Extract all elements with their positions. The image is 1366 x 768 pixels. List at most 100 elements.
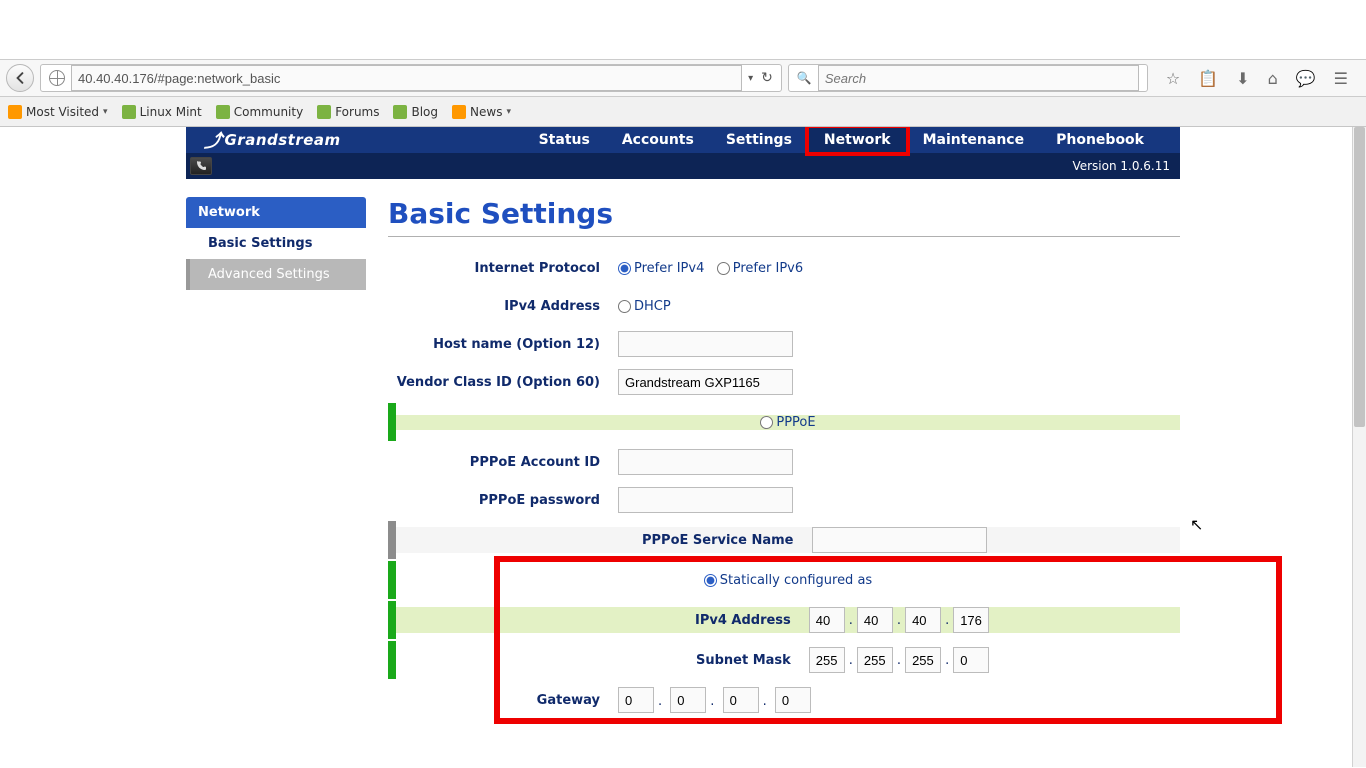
input-gateway-octet-1[interactable] — [618, 687, 654, 713]
bookmark-linux-mint[interactable]: Linux Mint — [122, 105, 202, 119]
input-pppoe-service[interactable] — [812, 527, 987, 553]
radio-prefer-ipv4[interactable] — [618, 262, 631, 275]
bookmark-blog[interactable]: Blog — [393, 105, 438, 119]
bookmark-forums[interactable]: Forums — [317, 105, 379, 119]
label-vendor-class: Vendor Class ID (Option 60) — [388, 375, 618, 390]
banner-pppoe-service: PPPoE Service Name — [388, 521, 1180, 559]
input-subnet-octet-4[interactable] — [953, 647, 989, 673]
input-ipv4-octet-1[interactable] — [809, 607, 845, 633]
menu-phonebook[interactable]: Phonebook — [1040, 127, 1160, 153]
menu-settings[interactable]: Settings — [710, 127, 808, 153]
input-gateway-octet-3[interactable] — [723, 687, 759, 713]
banner-static-fill: Statically configured as — [396, 573, 1180, 588]
input-ipv4-octet-2[interactable] — [857, 607, 893, 633]
banner-pppoe-fill: PPPoE — [396, 415, 1180, 430]
menu-maintenance[interactable]: Maintenance — [907, 127, 1041, 153]
label-subnet-mask: Subnet Mask — [587, 653, 809, 668]
row-pppoe-password: PPPoE password — [388, 481, 1180, 519]
radio-static-wrap[interactable]: Statically configured as — [704, 573, 872, 588]
version-label: Version 1.0.6.11 — [1072, 159, 1170, 173]
input-vendor-class[interactable] — [618, 369, 793, 395]
row-subnet-mask: Subnet Mask . . . — [388, 641, 1180, 679]
radio-prefer-ipv4-wrap[interactable]: Prefer IPv4 — [618, 261, 704, 276]
row-internet-protocol: Internet Protocol Prefer IPv4 Prefer IPv… — [388, 249, 1180, 287]
banner-pppoe: PPPoE — [388, 403, 1180, 441]
url-input[interactable] — [71, 65, 742, 91]
row-subnet-mask-fill: Subnet Mask . . . — [396, 647, 1180, 673]
stripe-green-icon — [388, 641, 396, 679]
sidebar: Network Basic Settings Advanced Settings — [186, 197, 366, 719]
sidebar-item-basic-settings[interactable]: Basic Settings — [186, 228, 366, 259]
stripe-green-icon — [388, 561, 396, 599]
row-static-ipv4-fill: IPv4 Address . . . — [396, 607, 1180, 633]
scrollbar-thumb[interactable] — [1354, 127, 1365, 427]
radio-dhcp-wrap[interactable]: DHCP — [618, 299, 671, 314]
home-icon[interactable]: ⌂ — [1268, 69, 1278, 88]
input-ipv4-octet-3[interactable] — [905, 607, 941, 633]
menu-accounts[interactable]: Accounts — [606, 127, 710, 153]
banner-static: Statically configured as — [388, 561, 1180, 599]
row-ipv4-address-mode: IPv4 Address DHCP — [388, 287, 1180, 325]
favorites-icon — [8, 105, 22, 119]
chevron-down-icon: ▾ — [103, 107, 108, 117]
navigation-bar: ▾ ↻ 🔍 ☆ 📋 ⬇ ⌂ 💬 ☰ — [0, 60, 1366, 97]
input-subnet-octet-1[interactable] — [809, 647, 845, 673]
bookmark-bar: Most Visited▾ Linux Mint Community Forum… — [0, 97, 1366, 127]
mouse-cursor-icon: ↖ — [1190, 515, 1203, 534]
banner-pppoe-service-fill: PPPoE Service Name — [396, 527, 1180, 553]
page-title: Basic Settings — [388, 197, 1180, 237]
hamburger-menu-icon[interactable]: ☰ — [1334, 69, 1348, 88]
toolbar-icons: ☆ 📋 ⬇ ⌂ 💬 ☰ — [1154, 69, 1360, 88]
radio-prefer-ipv6-wrap[interactable]: Prefer IPv6 — [717, 261, 803, 276]
label-gateway: Gateway — [388, 693, 618, 708]
radio-pppoe-wrap[interactable]: PPPoE — [760, 415, 815, 430]
radio-pppoe[interactable] — [760, 416, 773, 429]
reload-button[interactable]: ↻ — [761, 70, 773, 86]
app-body: Network Basic Settings Advanced Settings… — [186, 197, 1180, 719]
label-ipv4-address: IPv4 Address — [388, 299, 618, 314]
vertical-scrollbar[interactable] — [1352, 127, 1366, 767]
input-pppoe-password[interactable] — [618, 487, 793, 513]
label-internet-protocol: Internet Protocol — [388, 261, 618, 276]
row-gateway: Gateway . . . — [388, 681, 1180, 719]
sidebar-item-advanced-settings[interactable]: Advanced Settings — [186, 259, 366, 290]
input-gateway-octet-4[interactable] — [775, 687, 811, 713]
library-icon[interactable]: 📋 — [1198, 69, 1218, 88]
main-menu: Status Accounts Settings Network Mainten… — [523, 127, 1180, 153]
sidebar-heading: Network — [186, 197, 366, 228]
label-pppoe-account: PPPoE Account ID — [388, 455, 618, 470]
row-vendor-class: Vendor Class ID (Option 60) — [388, 363, 1180, 401]
downloads-icon[interactable]: ⬇ — [1236, 69, 1249, 88]
tab-strip — [0, 0, 1366, 60]
input-subnet-octet-3[interactable] — [905, 647, 941, 673]
bookmark-community[interactable]: Community — [216, 105, 303, 119]
search-bar[interactable]: 🔍 — [788, 64, 1148, 92]
input-host-name[interactable] — [618, 331, 793, 357]
input-ipv4-octet-4[interactable] — [953, 607, 989, 633]
bookmark-most-visited[interactable]: Most Visited▾ — [8, 105, 108, 119]
radio-dhcp[interactable] — [618, 300, 631, 313]
menu-network[interactable]: Network — [808, 127, 907, 153]
chevron-down-icon: ▾ — [506, 107, 511, 117]
search-input[interactable] — [818, 65, 1139, 91]
input-subnet-octet-2[interactable] — [857, 647, 893, 673]
history-dropdown-icon[interactable]: ▾ — [748, 73, 753, 84]
url-bar[interactable]: ▾ ↻ — [40, 64, 782, 92]
chat-icon[interactable]: 💬 — [1296, 69, 1316, 88]
bookmark-news[interactable]: News▾ — [452, 105, 511, 119]
label-host-name: Host name (Option 12) — [388, 337, 618, 352]
bookmark-star-icon[interactable]: ☆ — [1166, 69, 1180, 88]
stripe-grey-icon — [388, 521, 396, 559]
input-gateway-octet-2[interactable] — [670, 687, 706, 713]
input-pppoe-account[interactable] — [618, 449, 793, 475]
back-button[interactable] — [6, 64, 34, 92]
browser-chrome: ▾ ↻ 🔍 ☆ 📋 ⬇ ⌂ 💬 ☰ Most Visited▾ Linux Mi… — [0, 0, 1366, 127]
radio-static[interactable] — [704, 574, 717, 587]
menu-network-wrap: Network — [808, 127, 907, 153]
app-sub-bar: Version 1.0.6.11 — [186, 153, 1180, 179]
menu-status[interactable]: Status — [523, 127, 606, 153]
arrow-left-icon — [14, 72, 26, 84]
radio-prefer-ipv6[interactable] — [717, 262, 730, 275]
label-pppoe-password: PPPoE password — [388, 493, 618, 508]
phone-status-icon[interactable] — [190, 157, 212, 175]
